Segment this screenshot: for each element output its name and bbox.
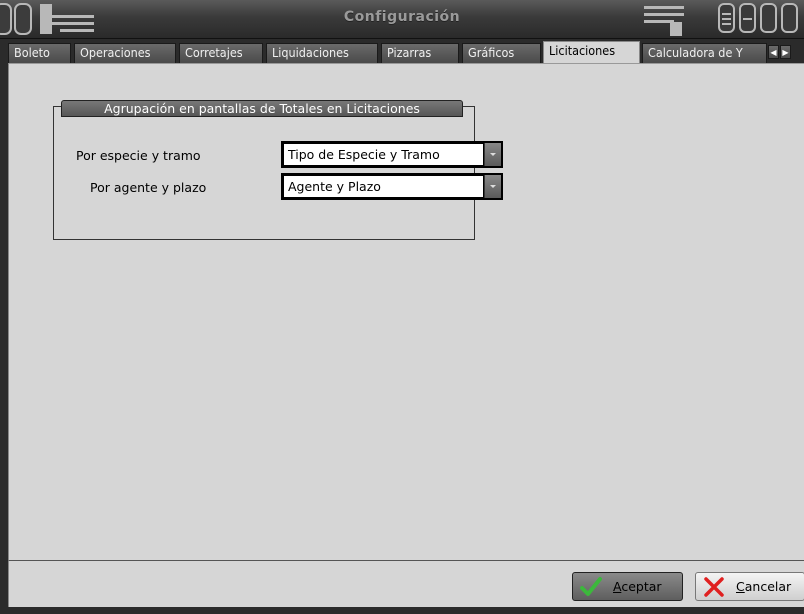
chevron-down-icon[interactable] [484,143,501,166]
left-triangle-icon[interactable]: ◀ [768,45,779,59]
tab-calculadora[interactable]: Calculadora de Y [642,43,767,63]
cancel-label: Cancelar [736,579,792,594]
species-tranche-select[interactable]: Tipo de Especie y Tramo [281,141,503,168]
tab-strip: Boleto Operaciones Corretajes Liquidacio… [8,41,804,63]
close-button[interactable] [781,3,798,33]
minimize-button[interactable] [739,3,756,33]
cancel-button[interactable]: Cancelar [695,572,804,601]
tab-graficos[interactable]: Gráficos [462,43,541,63]
title-bar[interactable]: Configuración [0,0,804,39]
accept-label: Aceptar [613,579,662,594]
titlebar-right-decoration [640,2,700,36]
agent-term-label: Por agente y plazo [90,180,207,195]
window-bottom-edge [0,607,804,614]
agent-term-select[interactable]: Agente y Plazo [281,173,503,200]
tab-pizarras[interactable]: Pizarras [381,43,459,63]
species-tranche-label: Por especie y tramo [76,148,201,163]
tab-corretajes[interactable]: Corretajes [179,43,263,63]
tab-licitaciones[interactable]: Licitaciones [543,41,640,63]
group-title: Agrupación en pantallas de Totales en Li… [61,100,463,117]
menu-control-button[interactable] [718,3,735,33]
accept-button[interactable]: Aceptar [572,572,683,601]
maximize-button[interactable] [760,3,777,33]
x-icon [704,577,724,597]
totals-grouping-group: Agrupación en pantallas de Totales en Li… [53,100,503,240]
agent-term-value: Agente y Plazo [284,176,483,197]
right-triangle-icon[interactable]: ▶ [780,45,791,59]
tab-liquidaciones[interactable]: Liquidaciones [266,43,378,63]
dialog-button-bar: Aceptar Cancelar [8,560,804,607]
tab-content-panel: Agrupación en pantallas de Totales en Li… [8,63,804,560]
checkmark-icon [580,577,602,596]
chevron-down-icon[interactable] [484,175,501,198]
tab-operaciones[interactable]: Operaciones [74,43,176,63]
tab-boleto[interactable]: Boleto [8,43,71,63]
species-tranche-value: Tipo de Especie y Tramo [284,144,483,165]
